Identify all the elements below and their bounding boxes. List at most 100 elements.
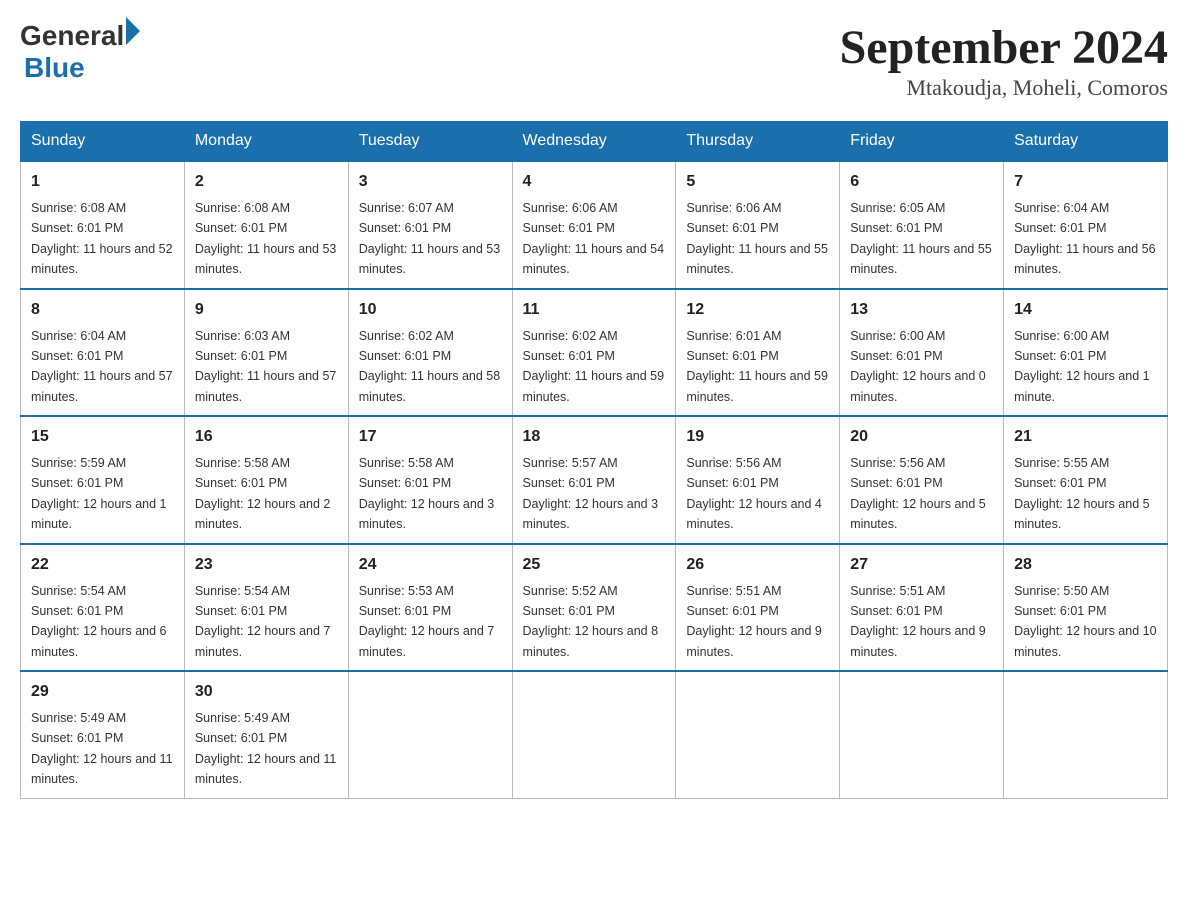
- day-info: Sunrise: 6:07 AMSunset: 6:01 PMDaylight:…: [359, 201, 501, 276]
- day-info: Sunrise: 5:54 AMSunset: 6:01 PMDaylight:…: [195, 584, 331, 659]
- calendar-cell: 16 Sunrise: 5:58 AMSunset: 6:01 PMDaylig…: [184, 416, 348, 544]
- calendar-cell: 27 Sunrise: 5:51 AMSunset: 6:01 PMDaylig…: [840, 544, 1004, 672]
- calendar-cell: 26 Sunrise: 5:51 AMSunset: 6:01 PMDaylig…: [676, 544, 840, 672]
- calendar-cell: 25 Sunrise: 5:52 AMSunset: 6:01 PMDaylig…: [512, 544, 676, 672]
- calendar-cell: 21 Sunrise: 5:55 AMSunset: 6:01 PMDaylig…: [1004, 416, 1168, 544]
- day-number: 3: [359, 170, 502, 194]
- day-info: Sunrise: 5:49 AMSunset: 6:01 PMDaylight:…: [195, 711, 337, 786]
- day-number: 8: [31, 298, 174, 322]
- day-number: 13: [850, 298, 993, 322]
- day-info: Sunrise: 5:49 AMSunset: 6:01 PMDaylight:…: [31, 711, 173, 786]
- day-info: Sunrise: 5:55 AMSunset: 6:01 PMDaylight:…: [1014, 456, 1150, 531]
- header-day-friday: Friday: [840, 122, 1004, 162]
- day-info: Sunrise: 6:01 AMSunset: 6:01 PMDaylight:…: [686, 329, 828, 404]
- day-info: Sunrise: 6:08 AMSunset: 6:01 PMDaylight:…: [195, 201, 337, 276]
- calendar-subtitle: Mtakoudja, Moheli, Comoros: [840, 75, 1168, 101]
- calendar-cell: 8 Sunrise: 6:04 AMSunset: 6:01 PMDayligh…: [21, 289, 185, 417]
- calendar-cell: 30 Sunrise: 5:49 AMSunset: 6:01 PMDaylig…: [184, 671, 348, 798]
- calendar-cell: 1 Sunrise: 6:08 AMSunset: 6:01 PMDayligh…: [21, 161, 185, 289]
- day-number: 17: [359, 425, 502, 449]
- header-day-wednesday: Wednesday: [512, 122, 676, 162]
- day-number: 12: [686, 298, 829, 322]
- day-number: 25: [523, 553, 666, 577]
- day-info: Sunrise: 5:51 AMSunset: 6:01 PMDaylight:…: [686, 584, 822, 659]
- day-info: Sunrise: 6:00 AMSunset: 6:01 PMDaylight:…: [850, 329, 986, 404]
- day-info: Sunrise: 6:08 AMSunset: 6:01 PMDaylight:…: [31, 201, 173, 276]
- title-block: September 2024 Mtakoudja, Moheli, Comoro…: [840, 20, 1168, 101]
- day-info: Sunrise: 5:56 AMSunset: 6:01 PMDaylight:…: [686, 456, 822, 531]
- header-day-saturday: Saturday: [1004, 122, 1168, 162]
- day-info: Sunrise: 6:02 AMSunset: 6:01 PMDaylight:…: [359, 329, 501, 404]
- day-info: Sunrise: 5:58 AMSunset: 6:01 PMDaylight:…: [195, 456, 331, 531]
- day-number: 6: [850, 170, 993, 194]
- day-info: Sunrise: 6:05 AMSunset: 6:01 PMDaylight:…: [850, 201, 992, 276]
- calendar-cell: [348, 671, 512, 798]
- day-number: 15: [31, 425, 174, 449]
- day-number: 1: [31, 170, 174, 194]
- logo: General Blue: [20, 20, 140, 84]
- calendar-cell: 12 Sunrise: 6:01 AMSunset: 6:01 PMDaylig…: [676, 289, 840, 417]
- calendar-cell: 11 Sunrise: 6:02 AMSunset: 6:01 PMDaylig…: [512, 289, 676, 417]
- day-info: Sunrise: 6:04 AMSunset: 6:01 PMDaylight:…: [1014, 201, 1156, 276]
- day-number: 9: [195, 298, 338, 322]
- logo-triangle-icon: [126, 17, 140, 45]
- calendar-cell: [840, 671, 1004, 798]
- calendar-cell: 3 Sunrise: 6:07 AMSunset: 6:01 PMDayligh…: [348, 161, 512, 289]
- day-number: 20: [850, 425, 993, 449]
- header-day-sunday: Sunday: [21, 122, 185, 162]
- calendar-cell: 5 Sunrise: 6:06 AMSunset: 6:01 PMDayligh…: [676, 161, 840, 289]
- day-number: 14: [1014, 298, 1157, 322]
- day-info: Sunrise: 5:59 AMSunset: 6:01 PMDaylight:…: [31, 456, 167, 531]
- week-row-1: 1 Sunrise: 6:08 AMSunset: 6:01 PMDayligh…: [21, 161, 1168, 289]
- calendar-cell: [1004, 671, 1168, 798]
- page-header: General Blue September 2024 Mtakoudja, M…: [20, 20, 1168, 101]
- day-number: 24: [359, 553, 502, 577]
- calendar-cell: 24 Sunrise: 5:53 AMSunset: 6:01 PMDaylig…: [348, 544, 512, 672]
- day-number: 16: [195, 425, 338, 449]
- day-number: 2: [195, 170, 338, 194]
- calendar-cell: 17 Sunrise: 5:58 AMSunset: 6:01 PMDaylig…: [348, 416, 512, 544]
- header-day-tuesday: Tuesday: [348, 122, 512, 162]
- calendar-cell: [512, 671, 676, 798]
- day-number: 10: [359, 298, 502, 322]
- day-number: 21: [1014, 425, 1157, 449]
- day-info: Sunrise: 5:51 AMSunset: 6:01 PMDaylight:…: [850, 584, 986, 659]
- day-info: Sunrise: 6:03 AMSunset: 6:01 PMDaylight:…: [195, 329, 337, 404]
- day-info: Sunrise: 6:00 AMSunset: 6:01 PMDaylight:…: [1014, 329, 1150, 404]
- day-number: 22: [31, 553, 174, 577]
- day-number: 27: [850, 553, 993, 577]
- week-row-3: 15 Sunrise: 5:59 AMSunset: 6:01 PMDaylig…: [21, 416, 1168, 544]
- day-info: Sunrise: 5:58 AMSunset: 6:01 PMDaylight:…: [359, 456, 495, 531]
- header-day-monday: Monday: [184, 122, 348, 162]
- calendar-cell: 28 Sunrise: 5:50 AMSunset: 6:01 PMDaylig…: [1004, 544, 1168, 672]
- calendar-cell: 15 Sunrise: 5:59 AMSunset: 6:01 PMDaylig…: [21, 416, 185, 544]
- calendar-cell: 10 Sunrise: 6:02 AMSunset: 6:01 PMDaylig…: [348, 289, 512, 417]
- calendar-cell: 18 Sunrise: 5:57 AMSunset: 6:01 PMDaylig…: [512, 416, 676, 544]
- calendar-cell: [676, 671, 840, 798]
- day-info: Sunrise: 6:02 AMSunset: 6:01 PMDaylight:…: [523, 329, 665, 404]
- calendar-cell: 13 Sunrise: 6:00 AMSunset: 6:01 PMDaylig…: [840, 289, 1004, 417]
- calendar-cell: 29 Sunrise: 5:49 AMSunset: 6:01 PMDaylig…: [21, 671, 185, 798]
- logo-blue: Blue: [24, 52, 140, 84]
- calendar-cell: 14 Sunrise: 6:00 AMSunset: 6:01 PMDaylig…: [1004, 289, 1168, 417]
- day-number: 30: [195, 680, 338, 704]
- day-number: 29: [31, 680, 174, 704]
- calendar-cell: 2 Sunrise: 6:08 AMSunset: 6:01 PMDayligh…: [184, 161, 348, 289]
- day-number: 5: [686, 170, 829, 194]
- week-row-5: 29 Sunrise: 5:49 AMSunset: 6:01 PMDaylig…: [21, 671, 1168, 798]
- header-day-thursday: Thursday: [676, 122, 840, 162]
- logo-general: General: [20, 20, 124, 52]
- calendar-cell: 4 Sunrise: 6:06 AMSunset: 6:01 PMDayligh…: [512, 161, 676, 289]
- day-number: 23: [195, 553, 338, 577]
- day-info: Sunrise: 5:56 AMSunset: 6:01 PMDaylight:…: [850, 456, 986, 531]
- day-info: Sunrise: 5:54 AMSunset: 6:01 PMDaylight:…: [31, 584, 167, 659]
- day-number: 26: [686, 553, 829, 577]
- day-info: Sunrise: 6:04 AMSunset: 6:01 PMDaylight:…: [31, 329, 173, 404]
- day-number: 18: [523, 425, 666, 449]
- day-info: Sunrise: 5:53 AMSunset: 6:01 PMDaylight:…: [359, 584, 495, 659]
- day-info: Sunrise: 5:57 AMSunset: 6:01 PMDaylight:…: [523, 456, 659, 531]
- calendar-title: September 2024: [840, 20, 1168, 75]
- day-info: Sunrise: 5:52 AMSunset: 6:01 PMDaylight:…: [523, 584, 659, 659]
- calendar-cell: 6 Sunrise: 6:05 AMSunset: 6:01 PMDayligh…: [840, 161, 1004, 289]
- day-info: Sunrise: 6:06 AMSunset: 6:01 PMDaylight:…: [523, 201, 665, 276]
